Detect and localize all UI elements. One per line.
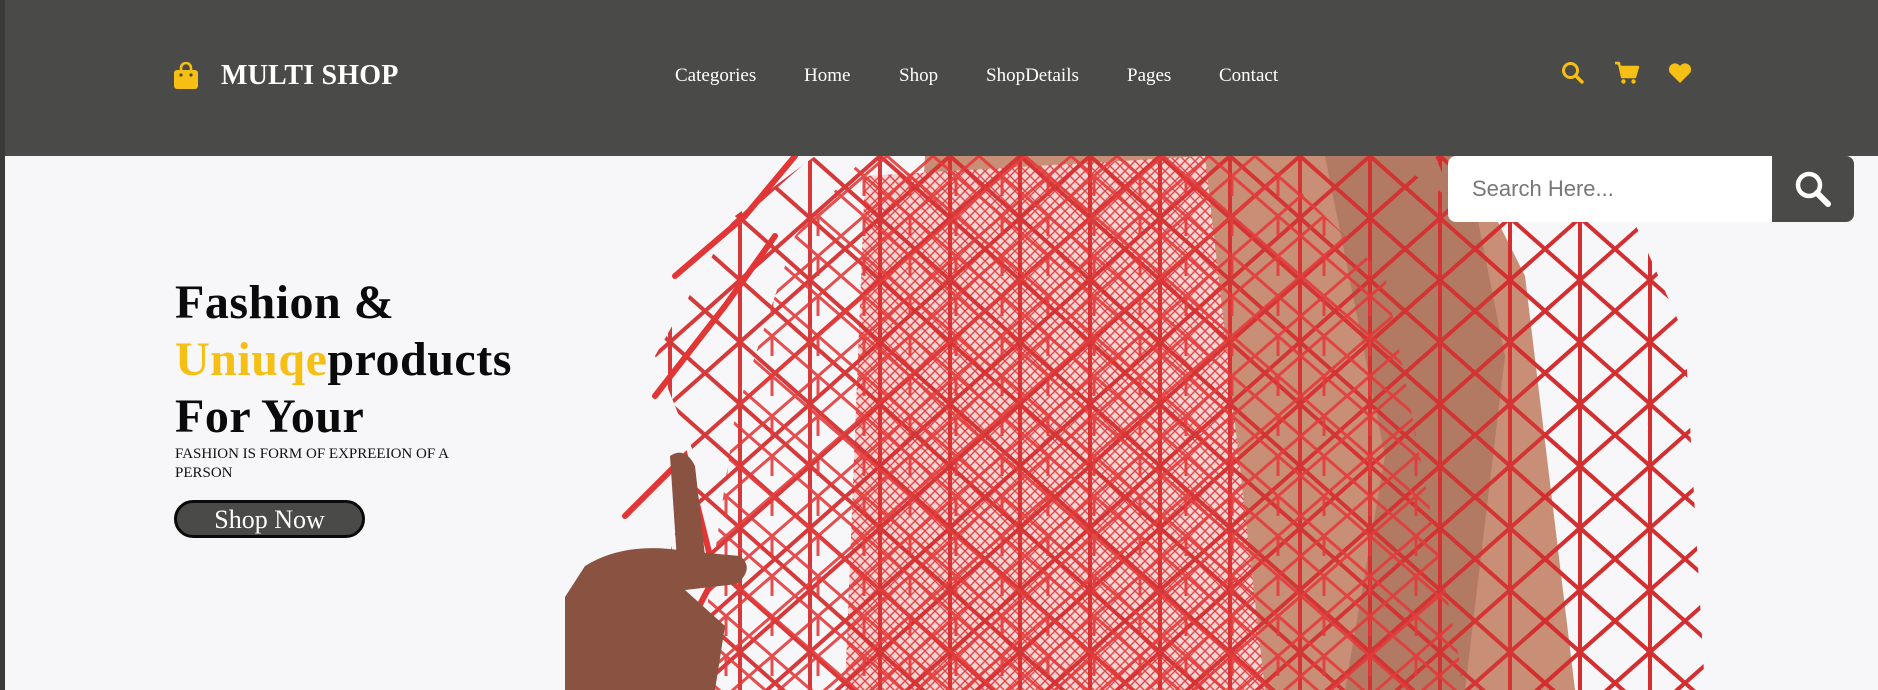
hero-image-red-mesh-garment [565, 156, 1705, 690]
hero-section: Fashion & Uniuqeproducts For Your FASHIO… [5, 156, 1878, 690]
headline-line-3: For Your [175, 390, 365, 443]
search-icon [1795, 171, 1831, 207]
headline-line-1: Fashion & [175, 276, 395, 329]
search-input[interactable] [1448, 156, 1772, 222]
search-icon[interactable] [1560, 60, 1586, 86]
nav-item-shop[interactable]: Shop [899, 61, 938, 91]
search-box [1448, 156, 1854, 222]
headline-accent-word: Uniuqe [175, 333, 328, 386]
headline-line-2: Uniuqeproducts [175, 331, 615, 388]
heart-icon[interactable] [1667, 60, 1693, 86]
main-nav: Categories Home Shop ShopDetails Pages C… [5, 61, 1878, 91]
hero-tagline: FASHION IS FORM OF EXPREEION OF A PERSON [175, 446, 449, 481]
nav-item-pages[interactable]: Pages [1127, 61, 1171, 91]
hero-headline: Fashion & Uniuqeproducts For Your [175, 274, 615, 445]
site-header: MULTI SHOP Categories Home Shop ShopDeta… [5, 0, 1878, 156]
shop-now-button[interactable]: Shop Now [174, 500, 365, 538]
nav-item-home[interactable]: Home [804, 61, 850, 91]
nav-item-categories[interactable]: Categories [675, 61, 756, 91]
nav-item-shopdetails[interactable]: ShopDetails [986, 61, 1079, 91]
cart-icon[interactable] [1614, 60, 1640, 86]
headline-line-2-rest: products [327, 333, 512, 386]
nav-item-contact[interactable]: Contact [1219, 61, 1278, 91]
search-button[interactable] [1772, 156, 1854, 222]
